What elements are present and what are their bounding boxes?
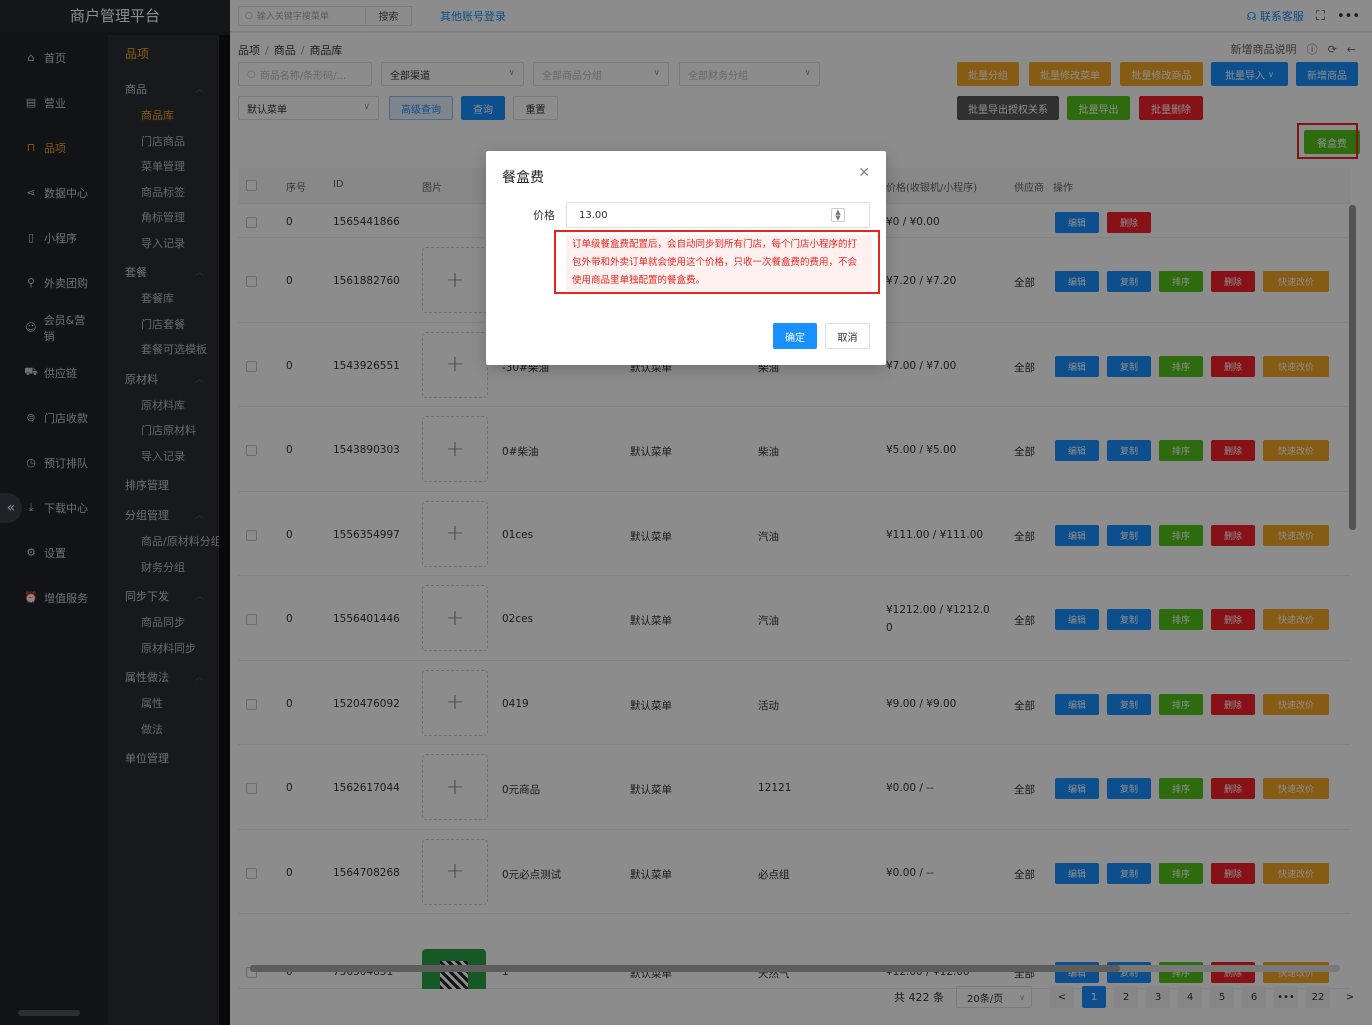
- box-fee-modal: 餐盒费 ✕ 价格 13.00 ▲ ▼ 订单级餐盒费配置后，会自动同步到所有门店，每…: [486, 151, 886, 365]
- close-icon[interactable]: ✕: [858, 165, 870, 181]
- note-highlight: [554, 230, 880, 294]
- cancel-button[interactable]: 取消: [825, 323, 870, 349]
- modal-title: 餐盒费: [502, 170, 544, 186]
- price-value: 13.00: [579, 209, 608, 221]
- stepper-icon[interactable]: ▲ ▼: [831, 208, 845, 222]
- price-label: 价格: [533, 209, 555, 222]
- price-input[interactable]: 13.00 ▲ ▼: [566, 202, 870, 228]
- confirm-button[interactable]: 确定: [773, 323, 817, 349]
